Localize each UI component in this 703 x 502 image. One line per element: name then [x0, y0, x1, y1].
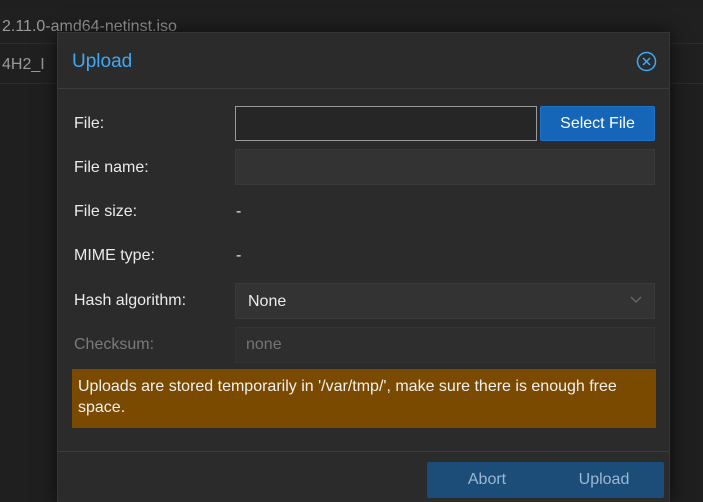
dialog-title: Upload — [72, 51, 133, 72]
file-path-input[interactable] — [235, 106, 537, 141]
hash-algorithm-value: None — [248, 293, 287, 310]
dialog-body: File: Select File File name: File size: … — [58, 89, 669, 451]
background-row-text: 4H2_I — [2, 56, 45, 73]
abort-button[interactable]: Abort — [427, 462, 547, 498]
mime-type-label: MIME type: — [74, 247, 155, 264]
file-size-label: File size: — [74, 203, 138, 220]
dialog-footer: Abort Upload — [58, 451, 669, 502]
file-name-label: File name: — [74, 159, 149, 176]
mime-type-value: - — [236, 247, 242, 264]
checksum-input[interactable] — [235, 327, 655, 363]
storage-warning: Uploads are stored temporarily in '/var/… — [72, 369, 656, 428]
file-label: File: — [74, 115, 105, 132]
chevron-down-icon — [630, 296, 642, 303]
dialog-header: Upload — [58, 33, 669, 89]
upload-dialog: Upload File: Select File File name: File… — [57, 32, 670, 502]
hash-algorithm-label: Hash algorithm: — [74, 292, 187, 309]
checksum-label: Checksum: — [74, 336, 155, 353]
upload-button[interactable]: Upload — [544, 462, 664, 498]
file-name-input[interactable] — [235, 149, 655, 185]
close-icon[interactable] — [636, 51, 657, 72]
select-file-button[interactable]: Select File — [540, 106, 655, 141]
file-size-value: - — [236, 203, 242, 220]
hash-algorithm-select[interactable]: None — [235, 283, 655, 319]
